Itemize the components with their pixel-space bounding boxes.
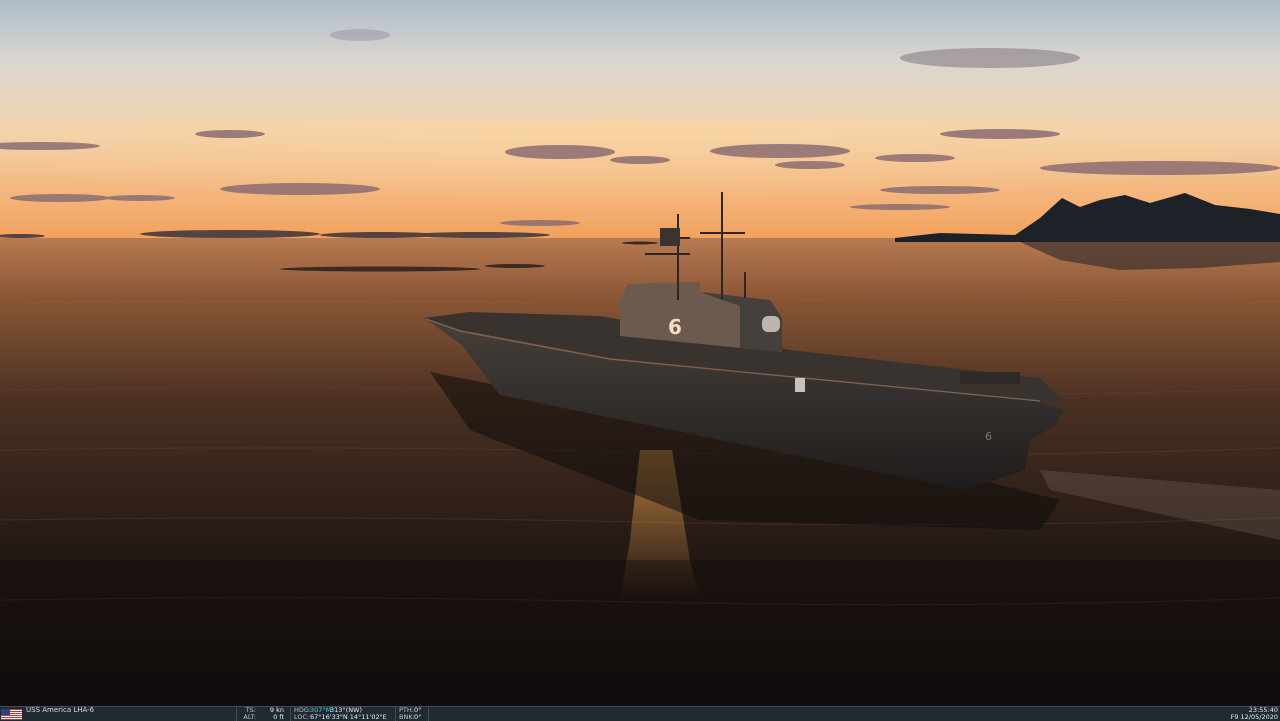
stern-hull-number: 6 — [985, 430, 992, 443]
sponson — [795, 378, 805, 392]
status-divider — [236, 707, 237, 721]
us-flag-icon — [1, 709, 22, 720]
island-hull-number: 6 — [668, 315, 682, 339]
status-divider — [395, 707, 396, 721]
stern-block — [960, 372, 1020, 384]
status-divider — [290, 707, 291, 721]
radar-dome — [762, 316, 780, 332]
status-divider — [428, 707, 429, 721]
radar-box — [660, 228, 680, 246]
foreground-shade — [0, 560, 1280, 706]
status-bar: USS America LHA-6 TS: 9 kn ALT: 0 ft HDG… — [0, 706, 1280, 721]
game-viewport[interactable]: 6 6 — [0, 0, 1280, 706]
unit-name: USS America LHA-6 — [26, 706, 95, 714]
